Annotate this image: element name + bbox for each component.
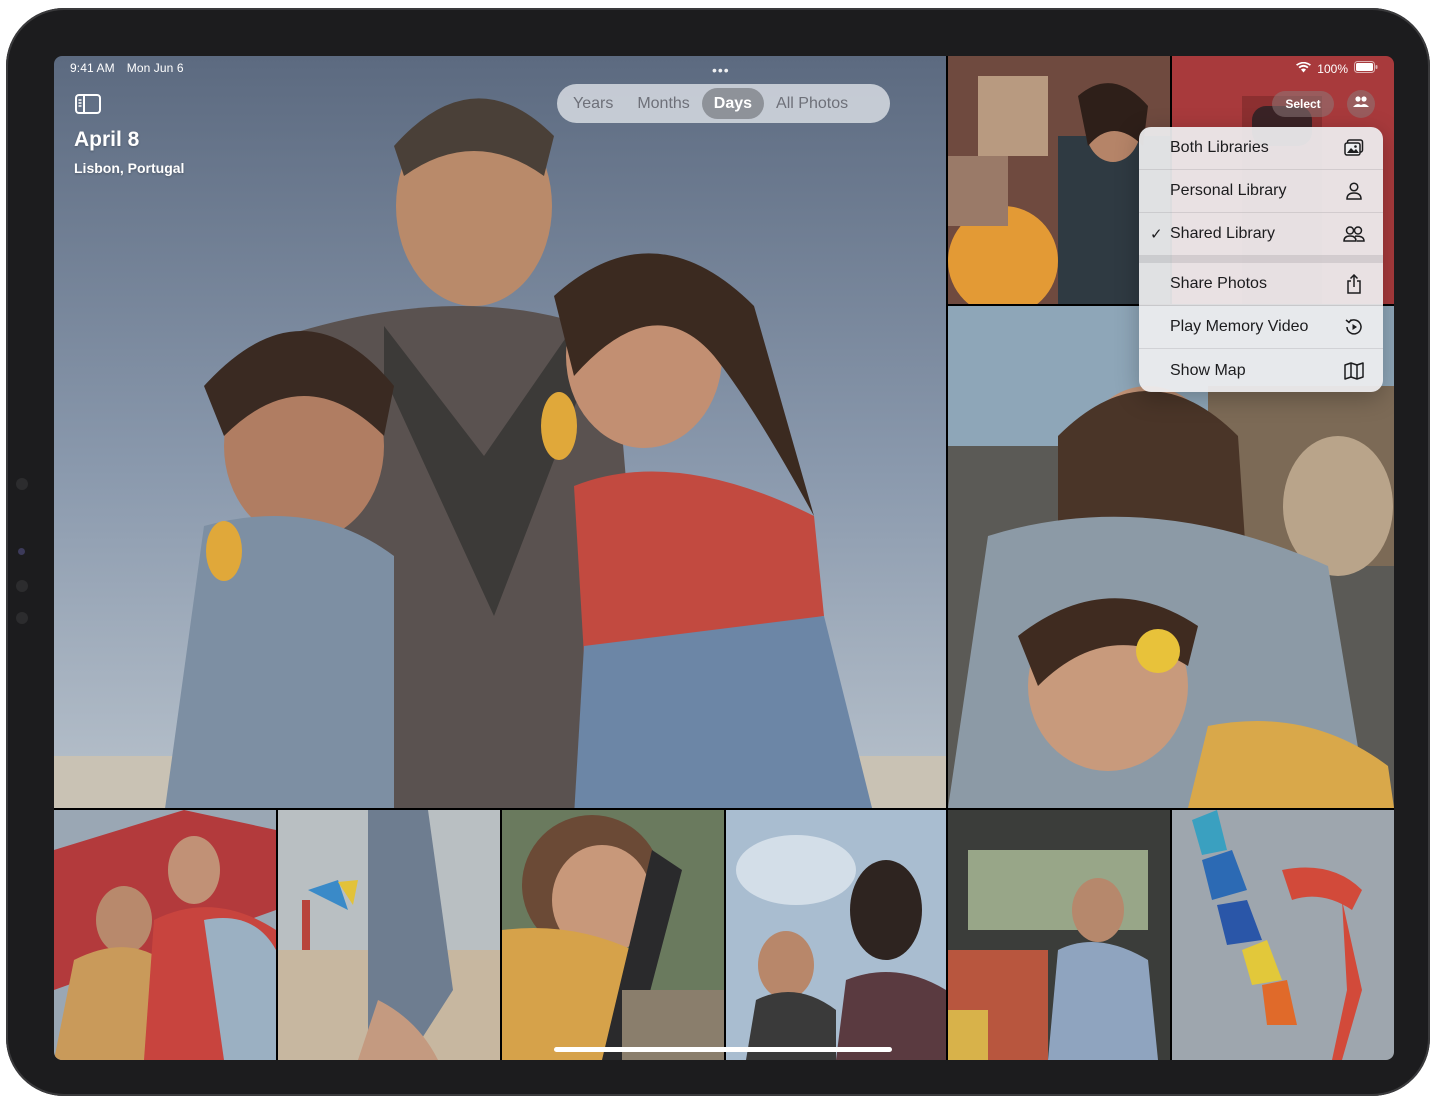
status-bar-left: 9:41 AM Mon Jun 6 — [70, 61, 184, 75]
status-bar-right: 100% — [1296, 61, 1378, 76]
menu-item-label: Play Memory Video — [1170, 318, 1309, 335]
side-sensor-2 — [16, 612, 28, 624]
status-time: 9:41 AM — [70, 61, 115, 75]
checkmark-icon: ✓ — [1150, 226, 1163, 243]
library-switcher-button[interactable] — [1347, 90, 1375, 118]
people-icon — [1343, 223, 1365, 245]
multitasking-dots-icon[interactable]: ••• — [712, 62, 730, 78]
tab-all-photos[interactable]: All Photos — [764, 88, 860, 119]
menu-item-shared-library[interactable]: ✓ Shared Library — [1139, 213, 1383, 256]
share-icon — [1343, 273, 1365, 295]
front-camera — [18, 548, 25, 555]
menu-item-label: Share Photos — [1170, 275, 1267, 292]
photo-girl-window[interactable] — [502, 810, 724, 1060]
photo-kites[interactable] — [1172, 810, 1394, 1060]
menu-separator — [1139, 256, 1383, 263]
select-button[interactable]: Select — [1272, 91, 1334, 117]
menu-item-label: Show Map — [1170, 361, 1246, 379]
home-indicator[interactable] — [554, 1047, 892, 1052]
status-date: Mon Jun 6 — [126, 61, 184, 75]
menu-item-label: Personal Library — [1170, 182, 1287, 199]
menu-item-label: Both Libraries — [1170, 139, 1269, 156]
menu-item-share-photos[interactable]: Share Photos — [1139, 263, 1383, 306]
photo-girls-sky[interactable] — [726, 810, 946, 1060]
photo-van-blanket[interactable] — [948, 810, 1170, 1060]
battery-icon — [1354, 61, 1378, 76]
menu-item-show-map[interactable]: Show Map — [1139, 349, 1383, 392]
menu-item-both-libraries[interactable]: Both Libraries — [1139, 127, 1383, 170]
sidebar-toggle-button[interactable] — [74, 93, 102, 119]
menu-item-play-memory-video[interactable]: Play Memory Video — [1139, 306, 1383, 349]
map-icon — [1343, 360, 1365, 382]
sidebar-icon — [75, 93, 101, 119]
tab-months[interactable]: Months — [625, 88, 701, 119]
photo-van-ball[interactable] — [948, 56, 1170, 304]
wifi-icon — [1296, 61, 1312, 76]
library-menu: Both Libraries Personal Library ✓ Shared… — [1139, 127, 1383, 392]
side-sensor — [16, 580, 28, 592]
photos-screen: 9:41 AM Mon Jun 6 ••• 100% April 8 Lisbo… — [54, 56, 1394, 1060]
people-icon — [1353, 95, 1369, 113]
ipad-frame: 9:41 AM Mon Jun 6 ••• 100% April 8 Lisbo… — [6, 8, 1430, 1096]
tab-years[interactable]: Years — [561, 88, 625, 119]
tab-days[interactable]: Days — [701, 88, 765, 119]
view-segmented-control: Years Months Days All Photos — [557, 84, 890, 123]
photo-stack-icon — [1343, 137, 1365, 159]
hero-photo[interactable] — [54, 56, 946, 808]
photo-beach-kite[interactable] — [278, 810, 500, 1060]
menu-item-label: Shared Library — [1170, 225, 1275, 242]
menu-item-personal-library[interactable]: Personal Library — [1139, 170, 1383, 213]
photo-girls-lean[interactable] — [54, 810, 276, 1060]
battery-percent: 100% — [1317, 61, 1348, 76]
location-subtitle: Lisbon, Portugal — [74, 160, 185, 176]
page-title: April 8 — [74, 128, 140, 151]
memory-play-icon — [1343, 316, 1365, 338]
person-icon — [1343, 180, 1365, 202]
side-button — [16, 478, 28, 490]
